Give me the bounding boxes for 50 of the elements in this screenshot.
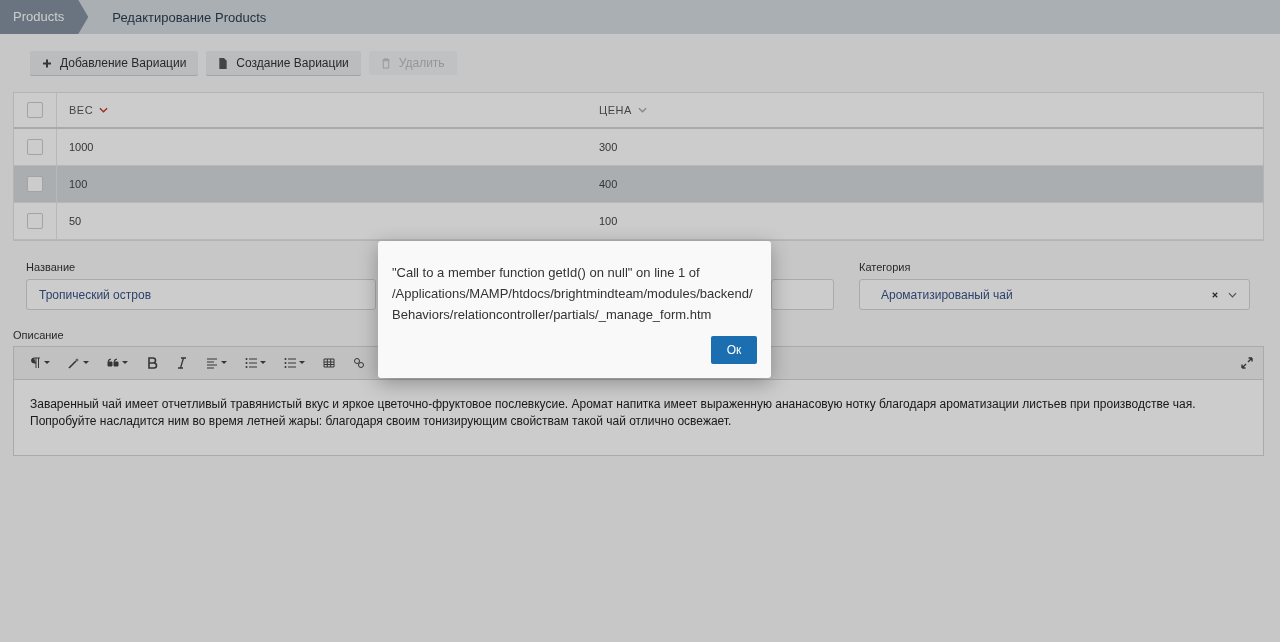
table-cell-text: 400	[598, 178, 619, 190]
field-label: Название	[26, 261, 76, 274]
bold-icon	[146, 357, 158, 369]
toolbar-button[interactable]: Добавление Вариации	[30, 51, 199, 75]
checkbox[interactable]	[27, 139, 43, 155]
sort-chevron-icon	[99, 107, 109, 113]
input-field[interactable]: Тропический остров	[26, 279, 376, 310]
ok-button[interactable]: Ок	[711, 336, 757, 364]
link-icon	[353, 357, 365, 369]
list-icon	[284, 357, 296, 369]
checkbox[interactable]	[27, 102, 43, 118]
table-row[interactable]: 50 100	[14, 203, 1263, 240]
magic-wand-icon	[68, 357, 80, 369]
checkbox[interactable]	[27, 213, 43, 229]
column-header[interactable]: ЦЕНА	[587, 104, 1263, 116]
chevron-down-icon[interactable]	[1228, 291, 1237, 298]
table-cell-text: 100	[68, 178, 89, 190]
expand-icon[interactable]	[1241, 357, 1253, 369]
table-row[interactable]: 100 400	[14, 166, 1263, 203]
paragraph-icon	[29, 357, 41, 369]
error-message: "Call to a member function getId() on null" on line 1 of /Applications/MAMP/htdocs/brightmindteam/modules/backend/ Behaviors/relationcontroller/partials/_manage_form.htm	[392, 264, 753, 324]
align-icon	[206, 357, 218, 369]
trash-icon	[380, 57, 391, 69]
caret-icon	[299, 361, 305, 365]
caret-icon	[83, 361, 89, 365]
table-cell-text: 50	[68, 215, 83, 227]
field-label: Категория	[859, 261, 911, 274]
table-cell-text: 1000	[68, 141, 95, 153]
caret-icon	[44, 361, 50, 365]
table-cell-text: 300	[598, 141, 619, 153]
input-field[interactable]	[771, 279, 834, 310]
page-title: Редактирование Products	[111, 9, 268, 25]
caret-icon	[122, 361, 128, 365]
plus-icon	[42, 57, 52, 69]
italic-icon	[176, 357, 188, 369]
caret-icon	[260, 361, 266, 365]
field-label: Описание	[13, 329, 65, 341]
column-header[interactable]: ВЕС	[57, 104, 587, 116]
list-icon	[245, 357, 257, 369]
clear-icon[interactable]	[1212, 291, 1218, 298]
caret-icon	[221, 361, 227, 365]
quote-icon	[107, 357, 119, 369]
document-icon	[218, 57, 229, 69]
table-cell-text: 100	[598, 215, 619, 227]
description-text: Заваренный чай имеет отчетливый травянистый вкус и яркое цветочно-фруктовое послевкусие. Аромат напитка имеет выраженную ананасовую нотку благодаря ароматизации листьев при производстве чая. Попробуйте насладится ним во время летней жары: благодаря своим тонизирующим свойствам такой чай отлично освежает.	[29, 396, 1197, 430]
table-icon	[323, 357, 335, 369]
sort-chevron-icon	[637, 107, 647, 113]
toolbar-button[interactable]: Создание Вариации	[206, 51, 361, 75]
checkbox[interactable]	[27, 176, 43, 192]
dropdown-field[interactable]: Ароматизированый чай	[859, 279, 1250, 310]
